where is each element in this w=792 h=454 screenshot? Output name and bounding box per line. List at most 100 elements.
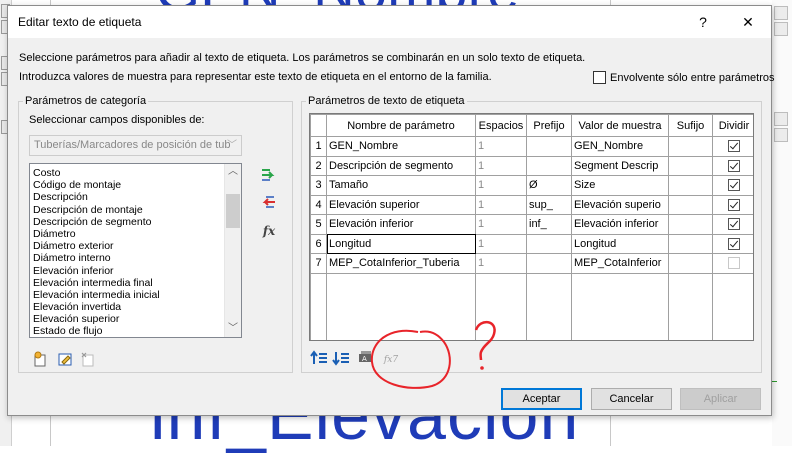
edit-parameter-icon[interactable] (56, 351, 74, 369)
split-cell[interactable] (712, 194, 753, 215)
fx-edit-icon[interactable]: fx7 (382, 351, 400, 369)
split-cell[interactable] (712, 214, 753, 235)
available-field-item[interactable]: Diámetro exterior (30, 240, 241, 252)
sample-value-cell[interactable]: Longitud (571, 233, 669, 254)
available-field-item[interactable]: Diámetro (30, 228, 241, 240)
grid-row[interactable]: 3 Tamaño 1 Ø Size (310, 175, 753, 196)
scroll-up-icon[interactable]: ︿ (225, 164, 241, 180)
available-field-item[interactable]: Descripción de segmento (30, 216, 241, 228)
grid-row[interactable]: 1 GEN_Nombre 1 GEN_Nombre (310, 136, 753, 157)
sample-value-cell[interactable]: MEP_CotaInferior (571, 253, 669, 274)
sample-value-cell[interactable]: GEN_Nombre (571, 136, 669, 157)
apply-button[interactable]: Aplicar (680, 388, 761, 410)
label-parameters-grid[interactable]: Nombre de parámetro Espacios Prefijo Valor … (309, 113, 754, 341)
spaces-cell[interactable]: 1 (475, 214, 527, 235)
available-field-item[interactable]: Descripción de montaje (30, 204, 241, 216)
row-number[interactable]: 4 (310, 194, 327, 215)
grid-column-header[interactable]: Espacios (475, 114, 527, 137)
spaces-cell[interactable]: 1 (475, 194, 527, 215)
row-number[interactable]: 6 (310, 233, 327, 254)
scroll-thumb[interactable] (226, 194, 240, 228)
prefix-cell[interactable] (526, 155, 572, 176)
parameter-name-cell[interactable]: Elevación inferior (326, 214, 476, 235)
available-field-item[interactable]: Costo (30, 167, 241, 179)
available-fields-list[interactable]: Costo Código de montaje Descripción Descrip… (29, 163, 242, 338)
add-parameter-button[interactable] (260, 166, 278, 184)
grid-column-header[interactable]: Nombre de parámetro (326, 114, 476, 137)
format-text-icon[interactable]: A (357, 349, 375, 367)
suffix-cell[interactable] (668, 214, 713, 235)
suffix-cell[interactable] (668, 233, 713, 254)
available-field-item[interactable]: Elevación intermedia inicial (30, 289, 241, 301)
split-checkbox[interactable] (728, 159, 740, 172)
suffix-cell[interactable] (668, 194, 713, 215)
grid-row[interactable]: 6 Longitud 1 Longitud (310, 233, 753, 254)
row-number[interactable]: 3 (310, 175, 327, 196)
grid-row[interactable]: 5 Elevación inferior 1 inf_ Elevación inferi… (310, 214, 753, 235)
help-button[interactable]: ? (683, 6, 723, 38)
parameter-name-cell[interactable]: MEP_CotaInferior_Tuberia (326, 253, 476, 274)
close-button[interactable]: ✕ (728, 6, 768, 38)
grid-column-header[interactable]: Prefijo (526, 114, 572, 137)
available-field-item[interactable]: Diámetro interno (30, 252, 241, 264)
sample-value-cell[interactable]: Elevación inferior (571, 214, 669, 235)
available-field-item[interactable]: Elevación invertida (30, 301, 241, 313)
wrap-between-params-checkbox[interactable] (593, 71, 606, 84)
available-field-item[interactable]: Estado de flujo (30, 325, 241, 337)
grid-column-header[interactable]: Sufijo (668, 114, 713, 137)
split-cell[interactable] (712, 233, 753, 254)
parameter-name-cell[interactable]: GEN_Nombre (326, 136, 476, 157)
prefix-cell[interactable] (526, 253, 572, 274)
prefix-cell[interactable]: sup_ (526, 194, 572, 215)
grid-row[interactable]: 7 MEP_CotaInferior_Tuberia 1 MEP_CotaInferi… (310, 253, 753, 274)
parameter-name-cell[interactable]: Tamaño (326, 175, 476, 196)
move-up-icon[interactable] (310, 350, 328, 368)
remove-parameter-button[interactable] (260, 193, 278, 211)
split-checkbox[interactable] (728, 198, 740, 211)
prefix-cell[interactable] (526, 136, 572, 157)
grid-column-header[interactable]: Valor de muestra (571, 114, 669, 137)
dialog-titlebar[interactable]: Editar texto de etiqueta ? ✕ (8, 6, 771, 38)
split-checkbox[interactable] (728, 237, 740, 250)
parameter-name-cell[interactable]: Longitud (326, 233, 476, 254)
split-checkbox[interactable] (728, 179, 740, 192)
grid-row[interactable]: 2 Descripción de segmento 1 Segment Descrip (310, 155, 753, 176)
spaces-cell[interactable]: 1 (475, 155, 527, 176)
new-parameter-icon[interactable] (31, 351, 49, 369)
parameter-name-cell[interactable]: Descripción de segmento (326, 155, 476, 176)
split-checkbox[interactable] (728, 140, 740, 153)
suffix-cell[interactable] (668, 136, 713, 157)
sample-value-cell[interactable]: Elevación superio (571, 194, 669, 215)
fields-list-scrollbar[interactable]: ︿ ﹀ (224, 164, 241, 337)
available-field-item[interactable]: Descripción (30, 191, 241, 203)
prefix-cell[interactable] (526, 233, 572, 254)
sample-value-cell[interactable]: Size (571, 175, 669, 196)
spaces-cell[interactable]: 1 (475, 136, 527, 157)
row-number[interactable]: 5 (310, 214, 327, 235)
available-field-item[interactable]: Elevación superior (30, 313, 241, 325)
prefix-cell[interactable]: Ø (526, 175, 572, 196)
spaces-cell[interactable]: 1 (475, 175, 527, 196)
available-field-item[interactable]: Código de montaje (30, 179, 241, 191)
ok-button[interactable]: Aceptar (501, 388, 582, 410)
spaces-cell[interactable]: 1 (475, 233, 527, 254)
suffix-cell[interactable] (668, 155, 713, 176)
split-cell[interactable] (712, 175, 753, 196)
split-cell[interactable] (712, 136, 753, 157)
spaces-cell[interactable]: 1 (475, 253, 527, 274)
sample-value-cell[interactable]: Segment Descrip (571, 155, 669, 176)
split-cell[interactable] (712, 253, 753, 274)
row-number[interactable]: 2 (310, 155, 327, 176)
grid-column-header[interactable] (310, 114, 327, 137)
grid-row[interactable]: 4 Elevación superior 1 sup_ Elevación superi… (310, 194, 753, 215)
available-field-item[interactable]: Elevación inferior (30, 265, 241, 277)
split-checkbox[interactable] (728, 257, 740, 270)
delete-parameter-icon[interactable] (79, 351, 97, 369)
grid-column-header[interactable]: Dividir (712, 114, 753, 137)
available-field-item[interactable]: Elevación intermedia final (30, 277, 241, 289)
prefix-cell[interactable]: inf_ (526, 214, 572, 235)
suffix-cell[interactable] (668, 175, 713, 196)
parameter-name-cell[interactable]: Elevación superior (326, 194, 476, 215)
split-checkbox[interactable] (728, 218, 740, 231)
scroll-down-icon[interactable]: ﹀ (225, 321, 241, 337)
